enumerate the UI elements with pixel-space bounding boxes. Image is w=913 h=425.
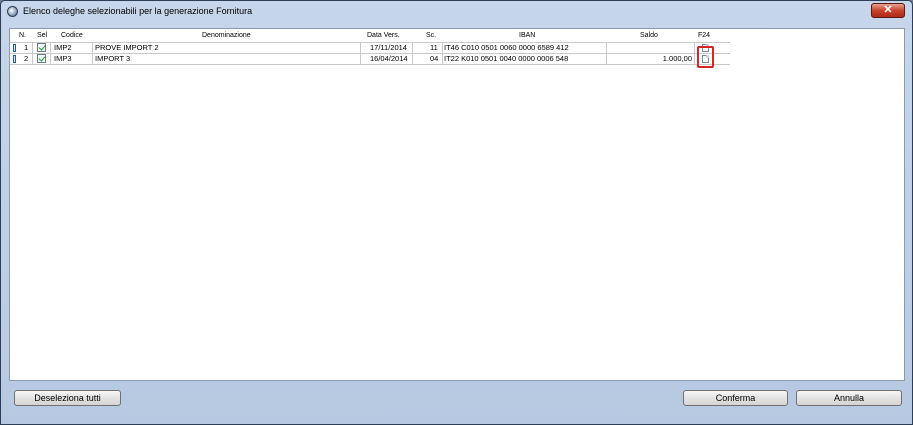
cell-data-vers: 17/11/2014 <box>370 43 407 52</box>
cell-sc: 04 <box>430 54 439 63</box>
select-checkbox[interactable] <box>37 43 46 52</box>
header-codice: Codice <box>61 32 83 39</box>
header-denominazione: Denominazione <box>202 32 251 39</box>
row-selector[interactable] <box>13 55 16 63</box>
cell-iban: IT22 K010 0501 0040 0000 0006 548 <box>444 54 569 63</box>
title-bar[interactable]: Elenco deleghe selezionabili per la gene… <box>1 1 912 23</box>
cell-denominazione: PROVE IMPORT 2 <box>95 43 159 52</box>
cell-n: 2 <box>24 54 29 63</box>
row-selector[interactable] <box>13 44 16 52</box>
header-data-vers: Data Vers. <box>367 32 400 39</box>
grid-line <box>10 64 730 65</box>
cell-saldo: 1.000,00 <box>662 54 692 63</box>
table-row[interactable]: 2 IMP3 IMPORT 3 16/04/2014 04 IT22 K010 … <box>10 54 730 64</box>
window-title: Elenco deleghe selezionabili per la gene… <box>23 6 253 16</box>
table-row[interactable]: 1 IMP2 PROVE IMPORT 2 17/11/2014 11 IT46… <box>10 43 730 53</box>
header-sel: Sel <box>37 32 48 39</box>
deselect-all-button[interactable]: Deseleziona tutti <box>14 390 121 406</box>
header-iban: IBAN <box>519 32 536 39</box>
cell-codice: IMP3 <box>54 54 72 63</box>
cell-data-vers: 16/04/2014 <box>370 54 408 63</box>
cell-sc: 11 <box>430 43 438 52</box>
confirm-button[interactable]: Conferma <box>683 390 788 406</box>
close-button[interactable]: ✕ <box>871 3 905 18</box>
header-n: N. <box>19 32 26 39</box>
cancel-button[interactable]: Annulla <box>796 390 902 406</box>
header-saldo: Saldo <box>640 32 658 39</box>
header-f24: F24 <box>698 32 711 39</box>
cell-codice: IMP2 <box>54 43 72 52</box>
dialog-window: Elenco deleghe selezionabili per la gene… <box>0 0 913 425</box>
cell-iban: IT46 C010 0501 0060 0000 6589 412 <box>444 43 569 52</box>
deleghe-list-panel: N. Sel Codice Denominazione Data Vers. S… <box>9 28 905 381</box>
cell-denominazione: IMPORT 3 <box>95 54 131 63</box>
header-sc: Sc. <box>426 32 437 39</box>
cell-saldo <box>608 43 692 53</box>
cell-n: 1 <box>24 43 29 52</box>
select-checkbox[interactable] <box>37 54 46 63</box>
app-icon <box>7 6 18 17</box>
f24-highlight-box <box>697 46 714 68</box>
